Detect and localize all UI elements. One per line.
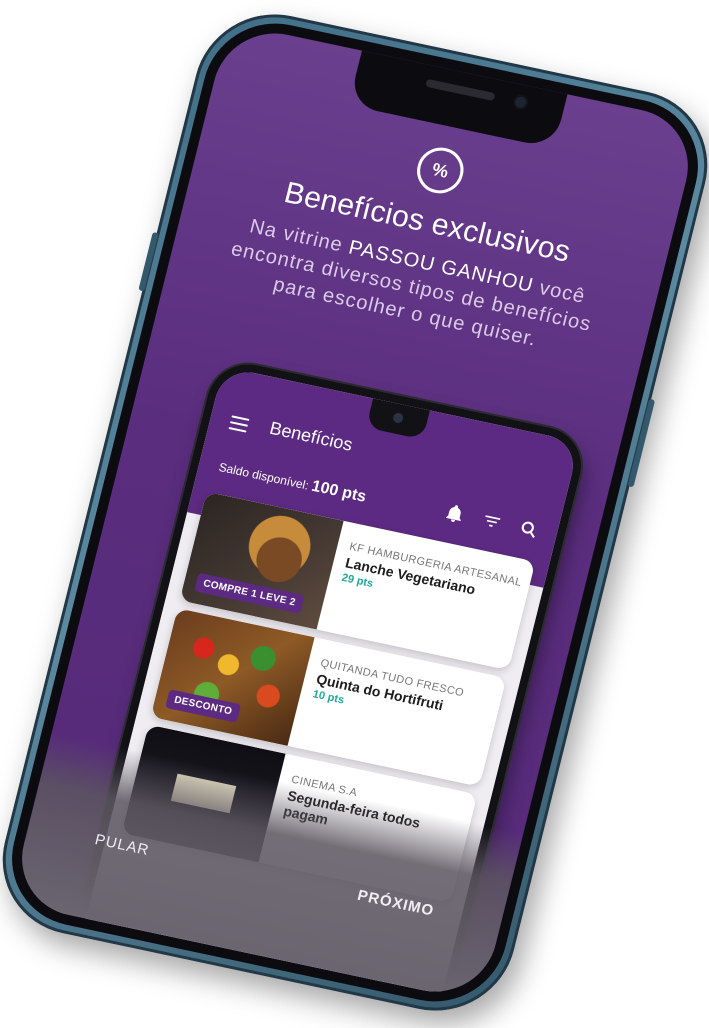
inner-notch <box>365 398 430 440</box>
menu-icon[interactable] <box>228 415 250 433</box>
onboarding-screen: % Benefícios exclusivos Na vitrine PASSO… <box>9 22 701 1003</box>
benefit-image-produce <box>150 608 315 746</box>
balance-label: Saldo disponível: <box>217 459 311 493</box>
discount-badge-icon: % <box>412 143 469 198</box>
balance-value: 100 pts <box>309 477 368 506</box>
bell-icon[interactable] <box>442 502 466 526</box>
next-button[interactable]: PRÓXIMO <box>349 885 442 922</box>
search-icon[interactable] <box>517 518 541 542</box>
app-title: Benefícios <box>267 417 355 455</box>
onboarding-header: % Benefícios exclusivos Na vitrine PASSO… <box>166 98 682 375</box>
skip-button[interactable]: PULAR <box>87 829 157 861</box>
phone-mockup: % Benefícios exclusivos Na vitrine PASSO… <box>0 0 709 1026</box>
speaker <box>425 78 496 102</box>
filter-icon[interactable] <box>480 510 504 534</box>
camera-icon <box>513 95 528 109</box>
